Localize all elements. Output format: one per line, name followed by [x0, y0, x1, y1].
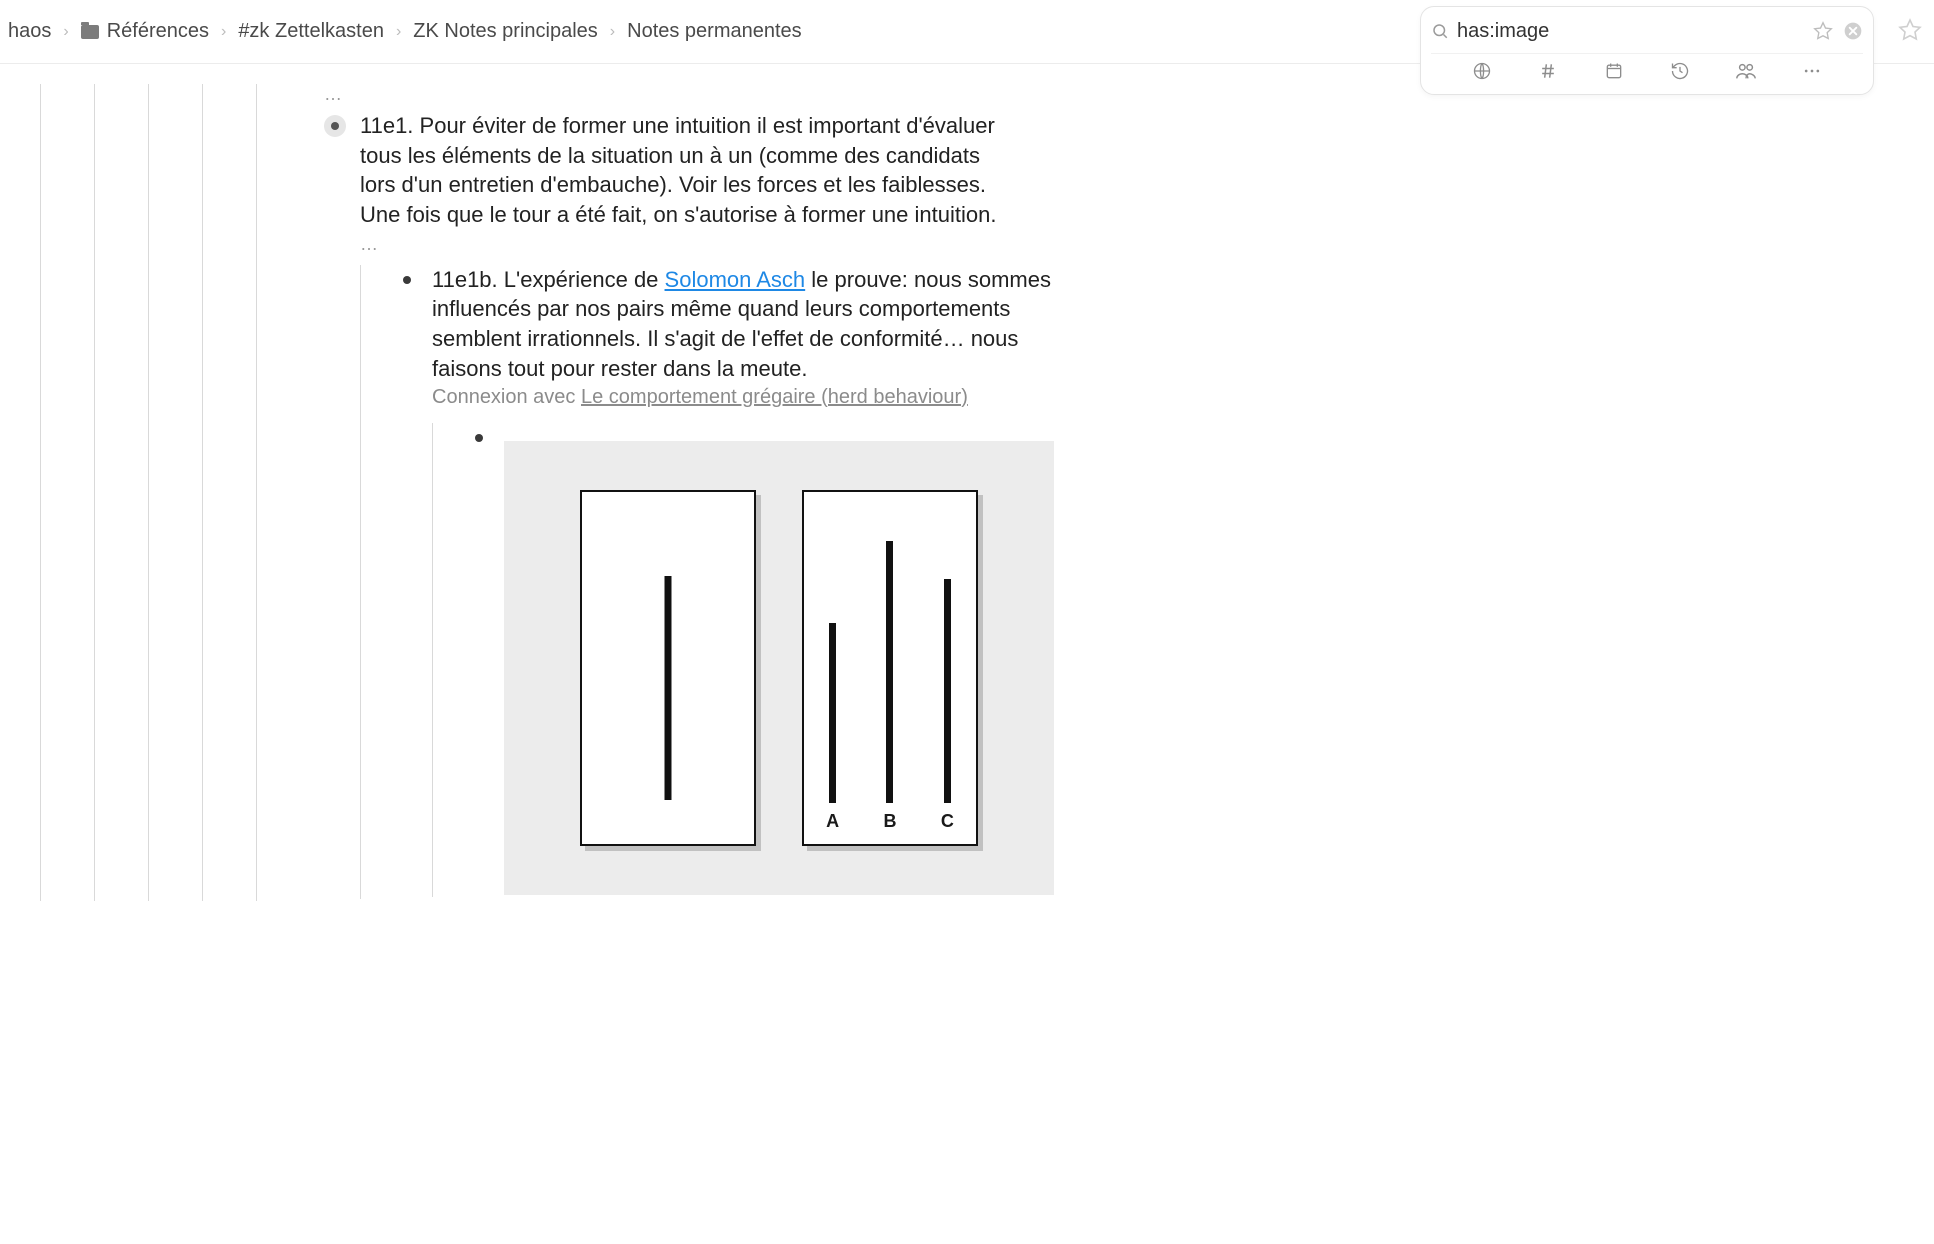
bullet-icon[interactable] [468, 427, 490, 449]
chevron-right-icon: › [221, 23, 226, 41]
label-b: B [883, 811, 896, 832]
search-input-row [1431, 13, 1863, 49]
tree-guide [148, 84, 202, 901]
top-bar: haos › Références › #zk Zettelkasten › Z… [0, 0, 1934, 64]
tree-guide [432, 423, 468, 897]
asch-experiment-figure: A B [504, 441, 1054, 895]
note-text[interactable]: 11e1b. L'expérience de Solomon Asch le p… [432, 265, 1082, 384]
hash-icon[interactable] [1537, 60, 1559, 82]
tree-guide [202, 84, 256, 901]
chevron-right-icon: › [63, 23, 68, 41]
breadcrumb-item-4[interactable]: Notes permanentes [627, 20, 802, 43]
people-icon[interactable] [1735, 60, 1757, 82]
breadcrumb-item-0[interactable]: haos [8, 20, 51, 43]
breadcrumb: haos › Références › #zk Zettelkasten › Z… [8, 20, 802, 43]
search-filter-row [1431, 53, 1863, 92]
label-a: A [826, 811, 839, 832]
breadcrumb-label: Notes permanentes [627, 20, 802, 43]
connection-prefix: Connexion avec [432, 386, 581, 408]
breadcrumb-label: haos [8, 20, 51, 43]
star-icon[interactable] [1813, 21, 1833, 41]
note-connection: Connexion avec Le comportement grégaire … [432, 386, 1082, 409]
clear-search-icon[interactable] [1843, 21, 1863, 41]
tree-guide [256, 84, 310, 901]
history-icon[interactable] [1669, 60, 1691, 82]
bullet-icon[interactable] [324, 115, 346, 137]
more-icon[interactable] [1801, 60, 1823, 82]
note-11e1[interactable]: 11e1. Pour éviter de former une intuitio… [324, 111, 1894, 899]
note-text[interactable]: 11e1. Pour éviter de former une intuitio… [360, 111, 1010, 230]
globe-icon[interactable] [1471, 60, 1493, 82]
tree-guide [94, 84, 148, 901]
link-herd-behaviour[interactable]: Le comportement grégaire (herd behaviour… [581, 386, 968, 408]
collapsed-ellipsis[interactable]: … [360, 234, 1082, 255]
breadcrumb-item-1[interactable]: Références [81, 20, 209, 43]
breadcrumb-item-2[interactable]: #zk Zettelkasten [238, 20, 384, 43]
comparison-line-c [944, 579, 951, 803]
content-area: … 11e1. Pour éviter de former une intuit… [0, 64, 1934, 1244]
tree-guide [360, 265, 396, 899]
chevron-right-icon: › [396, 23, 401, 41]
asch-comparison-card: A B [802, 490, 978, 846]
note-11e1b[interactable]: 11e1b. L'expérience de Solomon Asch le p… [396, 265, 1082, 897]
breadcrumb-label: #zk Zettelkasten [238, 20, 384, 43]
search-icon [1431, 22, 1449, 40]
bullet-icon[interactable] [396, 269, 418, 291]
label-c: C [941, 811, 954, 832]
note-figure[interactable]: A B [468, 423, 1054, 895]
chevron-right-icon: › [610, 23, 615, 41]
breadcrumb-label: ZK Notes principales [413, 20, 598, 43]
breadcrumb-label: Références [107, 20, 209, 43]
search-panel [1420, 6, 1874, 95]
calendar-icon[interactable] [1603, 60, 1625, 82]
link-solomon-asch[interactable]: Solomon Asch [665, 267, 806, 292]
search-input[interactable] [1457, 20, 1805, 43]
tree-guide [40, 84, 94, 901]
breadcrumb-item-3[interactable]: ZK Notes principales [413, 20, 598, 43]
page-star-icon[interactable] [1898, 18, 1922, 42]
note-text-prefix: 11e1b. L'expérience de [432, 267, 665, 292]
folder-icon [81, 25, 99, 39]
comparison-line-b [886, 541, 893, 803]
asch-reference-card [580, 490, 756, 846]
comparison-line-a [829, 623, 836, 803]
reference-line [665, 576, 672, 800]
